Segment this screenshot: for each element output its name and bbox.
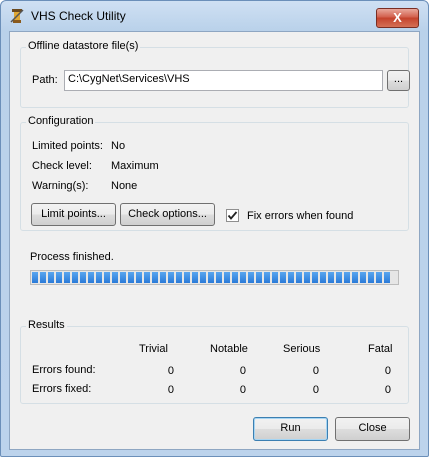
progress-segment <box>208 272 214 283</box>
progress-segment <box>104 272 110 283</box>
progress-segment <box>96 272 102 283</box>
progress-segment <box>128 272 134 283</box>
dialog-window: VHS Check Utility X Offline datastore fi… <box>0 0 429 457</box>
progress-segment <box>160 272 166 283</box>
errors-found-label: Errors found: <box>32 364 96 376</box>
path-label: Path: <box>32 74 58 86</box>
progress-segment <box>72 272 78 283</box>
column-header-fatal: Fatal <box>368 343 393 355</box>
progress-segment <box>328 272 334 283</box>
progress-bar <box>30 270 399 285</box>
progress-segment <box>256 272 262 283</box>
datastore-group-label: Offline datastore file(s) <box>26 40 141 52</box>
window-title: VHS Check Utility <box>31 9 126 23</box>
check-options-button[interactable]: Check options... <box>120 203 215 226</box>
limited-points-label: Limited points: <box>32 140 103 152</box>
column-header-trivial: Trivial <box>139 343 168 355</box>
close-button[interactable]: Close <box>335 417 410 441</box>
column-header-serious: Serious <box>283 343 321 355</box>
window-close-button[interactable]: X <box>376 8 419 28</box>
progress-segment <box>312 272 318 283</box>
progress-segment <box>280 272 286 283</box>
fix-errors-checkbox[interactable] <box>226 209 239 222</box>
errors-found-notable: 0 <box>239 365 246 377</box>
progress-segment <box>384 272 390 283</box>
progress-segment <box>112 272 118 283</box>
progress-segment <box>352 272 358 283</box>
progress-segment <box>368 272 374 283</box>
progress-segment <box>200 272 206 283</box>
progress-segment <box>288 272 294 283</box>
progress-segment <box>224 272 230 283</box>
results-group: Results Trivial Notable Serious Fatal Er… <box>20 319 409 404</box>
errors-found-trivial: 0 <box>167 365 174 377</box>
results-group-label: Results <box>26 319 67 331</box>
progress-segment <box>272 272 278 283</box>
progress-segment <box>344 272 350 283</box>
progress-segment <box>152 272 158 283</box>
progress-segment <box>192 272 198 283</box>
progress-segment <box>304 272 310 283</box>
progress-segment <box>176 272 182 283</box>
errors-fixed-label: Errors fixed: <box>32 383 92 395</box>
limit-points-button[interactable]: Limit points... <box>31 203 116 226</box>
fix-errors-label[interactable]: Fix errors when found <box>247 210 353 222</box>
progress-segment <box>216 272 222 283</box>
progress-segment <box>136 272 142 283</box>
configuration-group: Configuration Limited points: No Check l… <box>20 115 409 231</box>
progress-segment <box>144 272 150 283</box>
dialog-client-area: Offline datastore file(s) Path: C:\CygNe… <box>9 31 420 450</box>
tool-icon <box>10 9 24 23</box>
errors-fixed-trivial: 0 <box>167 384 174 396</box>
title-bar[interactable]: VHS Check Utility X <box>1 1 428 31</box>
progress-segment <box>240 272 246 283</box>
progress-segment <box>64 272 70 283</box>
check-level-value: Maximum <box>111 160 159 172</box>
progress-segment <box>56 272 62 283</box>
errors-found-serious: 0 <box>312 365 319 377</box>
errors-fixed-fatal: 0 <box>384 384 391 396</box>
progress-segment <box>320 272 326 283</box>
progress-segment <box>80 272 86 283</box>
progress-segment <box>360 272 366 283</box>
progress-fill <box>32 272 397 283</box>
browse-button[interactable]: ... <box>387 70 410 91</box>
progress-segment <box>32 272 38 283</box>
warnings-label: Warning(s): <box>32 180 89 192</box>
progress-segment <box>40 272 46 283</box>
progress-segment <box>168 272 174 283</box>
errors-fixed-serious: 0 <box>312 384 319 396</box>
progress-segment <box>184 272 190 283</box>
checkmark-icon <box>227 211 238 220</box>
datastore-group: Offline datastore file(s) Path: C:\CygNe… <box>20 40 410 108</box>
progress-segment <box>232 272 238 283</box>
path-input[interactable]: C:\CygNet\Services\VHS <box>64 70 383 91</box>
configuration-group-label: Configuration <box>26 115 96 127</box>
column-header-notable: Notable <box>210 343 248 355</box>
progress-segment <box>48 272 54 283</box>
progress-segment <box>88 272 94 283</box>
run-button[interactable]: Run <box>253 417 328 441</box>
progress-segment <box>336 272 342 283</box>
status-text: Process finished. <box>30 251 114 263</box>
progress-segment <box>296 272 302 283</box>
check-level-label: Check level: <box>32 160 92 172</box>
errors-fixed-notable: 0 <box>239 384 246 396</box>
progress-segment <box>120 272 126 283</box>
errors-found-fatal: 0 <box>384 365 391 377</box>
limited-points-value: No <box>111 140 126 152</box>
progress-segment <box>264 272 270 283</box>
progress-segment <box>248 272 254 283</box>
warnings-value: None <box>111 180 138 192</box>
progress-segment <box>376 272 382 283</box>
close-icon: X <box>393 10 402 25</box>
